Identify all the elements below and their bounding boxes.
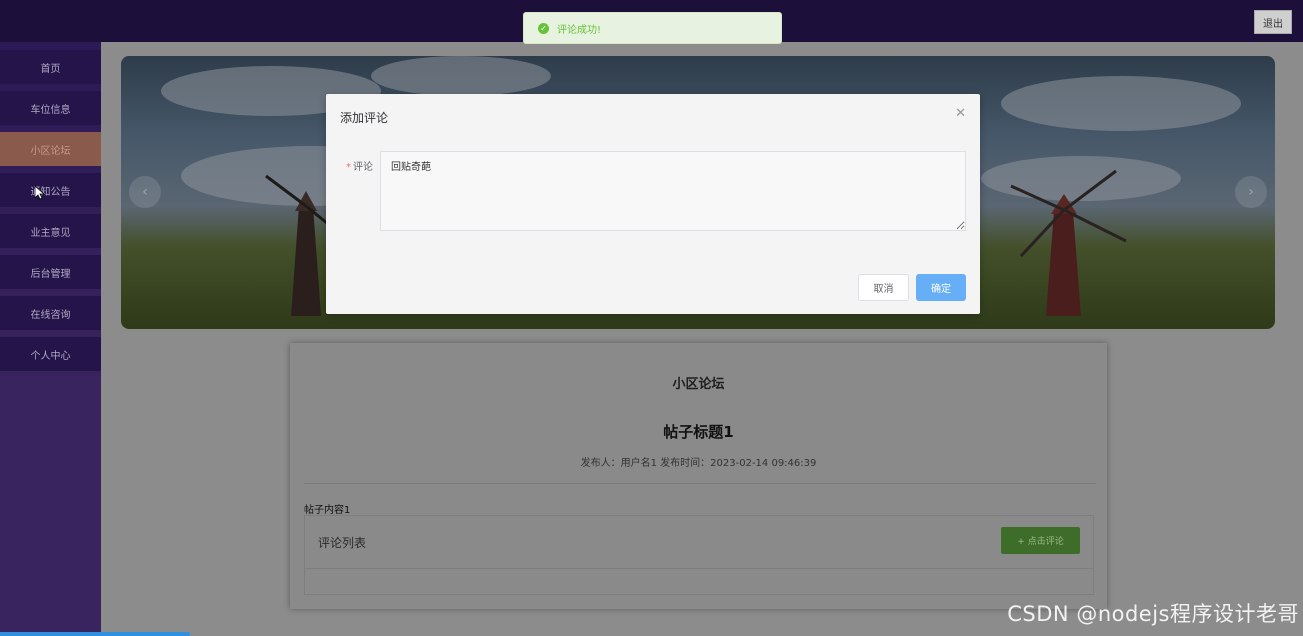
success-toast: ✓ 评论成功! <box>523 12 782 44</box>
confirm-button[interactable]: 确定 <box>916 274 966 301</box>
sidebar-item-feedback[interactable]: 业主意见 <box>0 214 101 248</box>
sidebar-item-home[interactable]: 首页 <box>0 50 101 84</box>
section-title: 小区论坛 <box>672 377 725 392</box>
sidebar-item-consult[interactable]: 在线咨询 <box>0 296 101 330</box>
post-title: 帖子标题1 <box>663 423 734 441</box>
close-icon[interactable]: ✕ <box>955 106 966 121</box>
divider <box>304 483 1096 484</box>
cancel-button[interactable]: 取消 <box>858 274 909 301</box>
add-comment-button[interactable]: + 点击评论 <box>1001 527 1080 554</box>
required-star: * <box>346 162 351 173</box>
chevron-right-icon[interactable]: › <box>1235 176 1267 208</box>
comments-panel: 评论列表 + 点击评论 <box>304 515 1094 595</box>
logout-button[interactable]: 退出 <box>1254 10 1292 34</box>
toast-message: 评论成功! <box>557 24 602 36</box>
dialog-title: 添加评论 <box>340 111 389 125</box>
sidebar: 首页 车位信息 小区论坛 通知公告 业主意见 后台管理 在线咨询 个人中心 <box>0 42 101 636</box>
check-circle-icon: ✓ <box>538 22 549 34</box>
comment-field-label: * 评论 <box>346 162 373 173</box>
post-meta: 发布人：用户名1 发布时间：2023-02-14 09:46:39 <box>580 458 817 469</box>
windmill-right-image <box>1010 169 1127 316</box>
mouse-cursor-icon <box>35 186 45 200</box>
post-content: 帖子内容1 <box>304 505 351 516</box>
forum-card: 小区论坛 帖子标题1 发布人：用户名1 发布时间：2023-02-14 09:4… <box>290 343 1107 609</box>
chevron-left-icon[interactable]: ‹ <box>129 176 161 208</box>
sidebar-item-admin[interactable]: 后台管理 <box>0 255 101 289</box>
watermark-text: CSDN @nodejs程序设计老哥 <box>1007 602 1299 626</box>
sidebar-item-parking[interactable]: 车位信息 <box>0 91 101 125</box>
divider <box>305 568 1093 569</box>
loading-progress-bar <box>0 632 190 636</box>
sidebar-item-forum[interactable]: 小区论坛 <box>0 132 101 166</box>
sidebar-item-notices[interactable]: 通知公告 <box>0 173 101 207</box>
add-comment-dialog: 添加评论 ✕ * 评论 回贴奇葩 取消 确定 <box>326 94 980 314</box>
comments-title: 评论列表 <box>318 536 367 550</box>
sidebar-item-profile[interactable]: 个人中心 <box>0 337 101 371</box>
comment-textarea[interactable]: 回贴奇葩 <box>380 151 966 231</box>
